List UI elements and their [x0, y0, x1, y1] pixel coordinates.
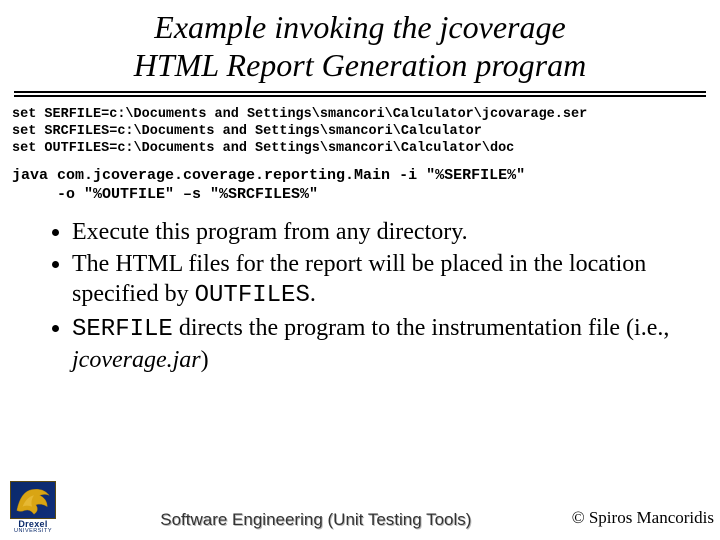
bullet-3: SERFILE directs the program to the instr… [72, 313, 690, 375]
set-commands-block: set SERFILE=c:\Documents and Settings\sm… [0, 105, 720, 160]
title-underline [14, 91, 706, 97]
code-line-2: set SRCFILES=c:\Documents and Settings\s… [12, 124, 482, 139]
java-line-2: -o "%OUTFILE" –s "%SRCFILES%" [12, 186, 318, 203]
footer-course-title: Software Engineering (Unit Testing Tools… [60, 510, 572, 534]
slide-title: Example invoking the jcoverage HTML Repo… [0, 0, 720, 89]
title-line-2: HTML Report Generation program [134, 47, 586, 83]
logo-subtitle: UNIVERSITY [14, 529, 52, 535]
title-line-1: Example invoking the jcoverage [154, 9, 565, 45]
footer: Drexel UNIVERSITY Software Engineering (… [0, 476, 720, 536]
bullet-2: The HTML files for the report will be pl… [72, 249, 690, 311]
footer-copyright: © Spiros Mancoridis [572, 508, 714, 534]
java-line-1: java com.jcoverage.coverage.reporting.Ma… [12, 167, 525, 184]
outfiles-var: OUTFILES [195, 282, 310, 309]
code-line-1: set SERFILE=c:\Documents and Settings\sm… [12, 107, 587, 122]
code-line-3: set OUTFILES=c:\Documents and Settings\s… [12, 141, 514, 156]
drexel-logo-block: Drexel UNIVERSITY [6, 481, 60, 535]
bullet-list: Execute this program from any directory.… [0, 211, 720, 375]
serfile-var: SERFILE [72, 316, 173, 343]
drexel-dragon-icon [10, 481, 56, 519]
bullet-1: Execute this program from any directory. [72, 217, 690, 247]
jcoverage-jar: jcoverage.jar [72, 347, 201, 373]
java-command-block: java com.jcoverage.coverage.reporting.Ma… [0, 159, 720, 211]
